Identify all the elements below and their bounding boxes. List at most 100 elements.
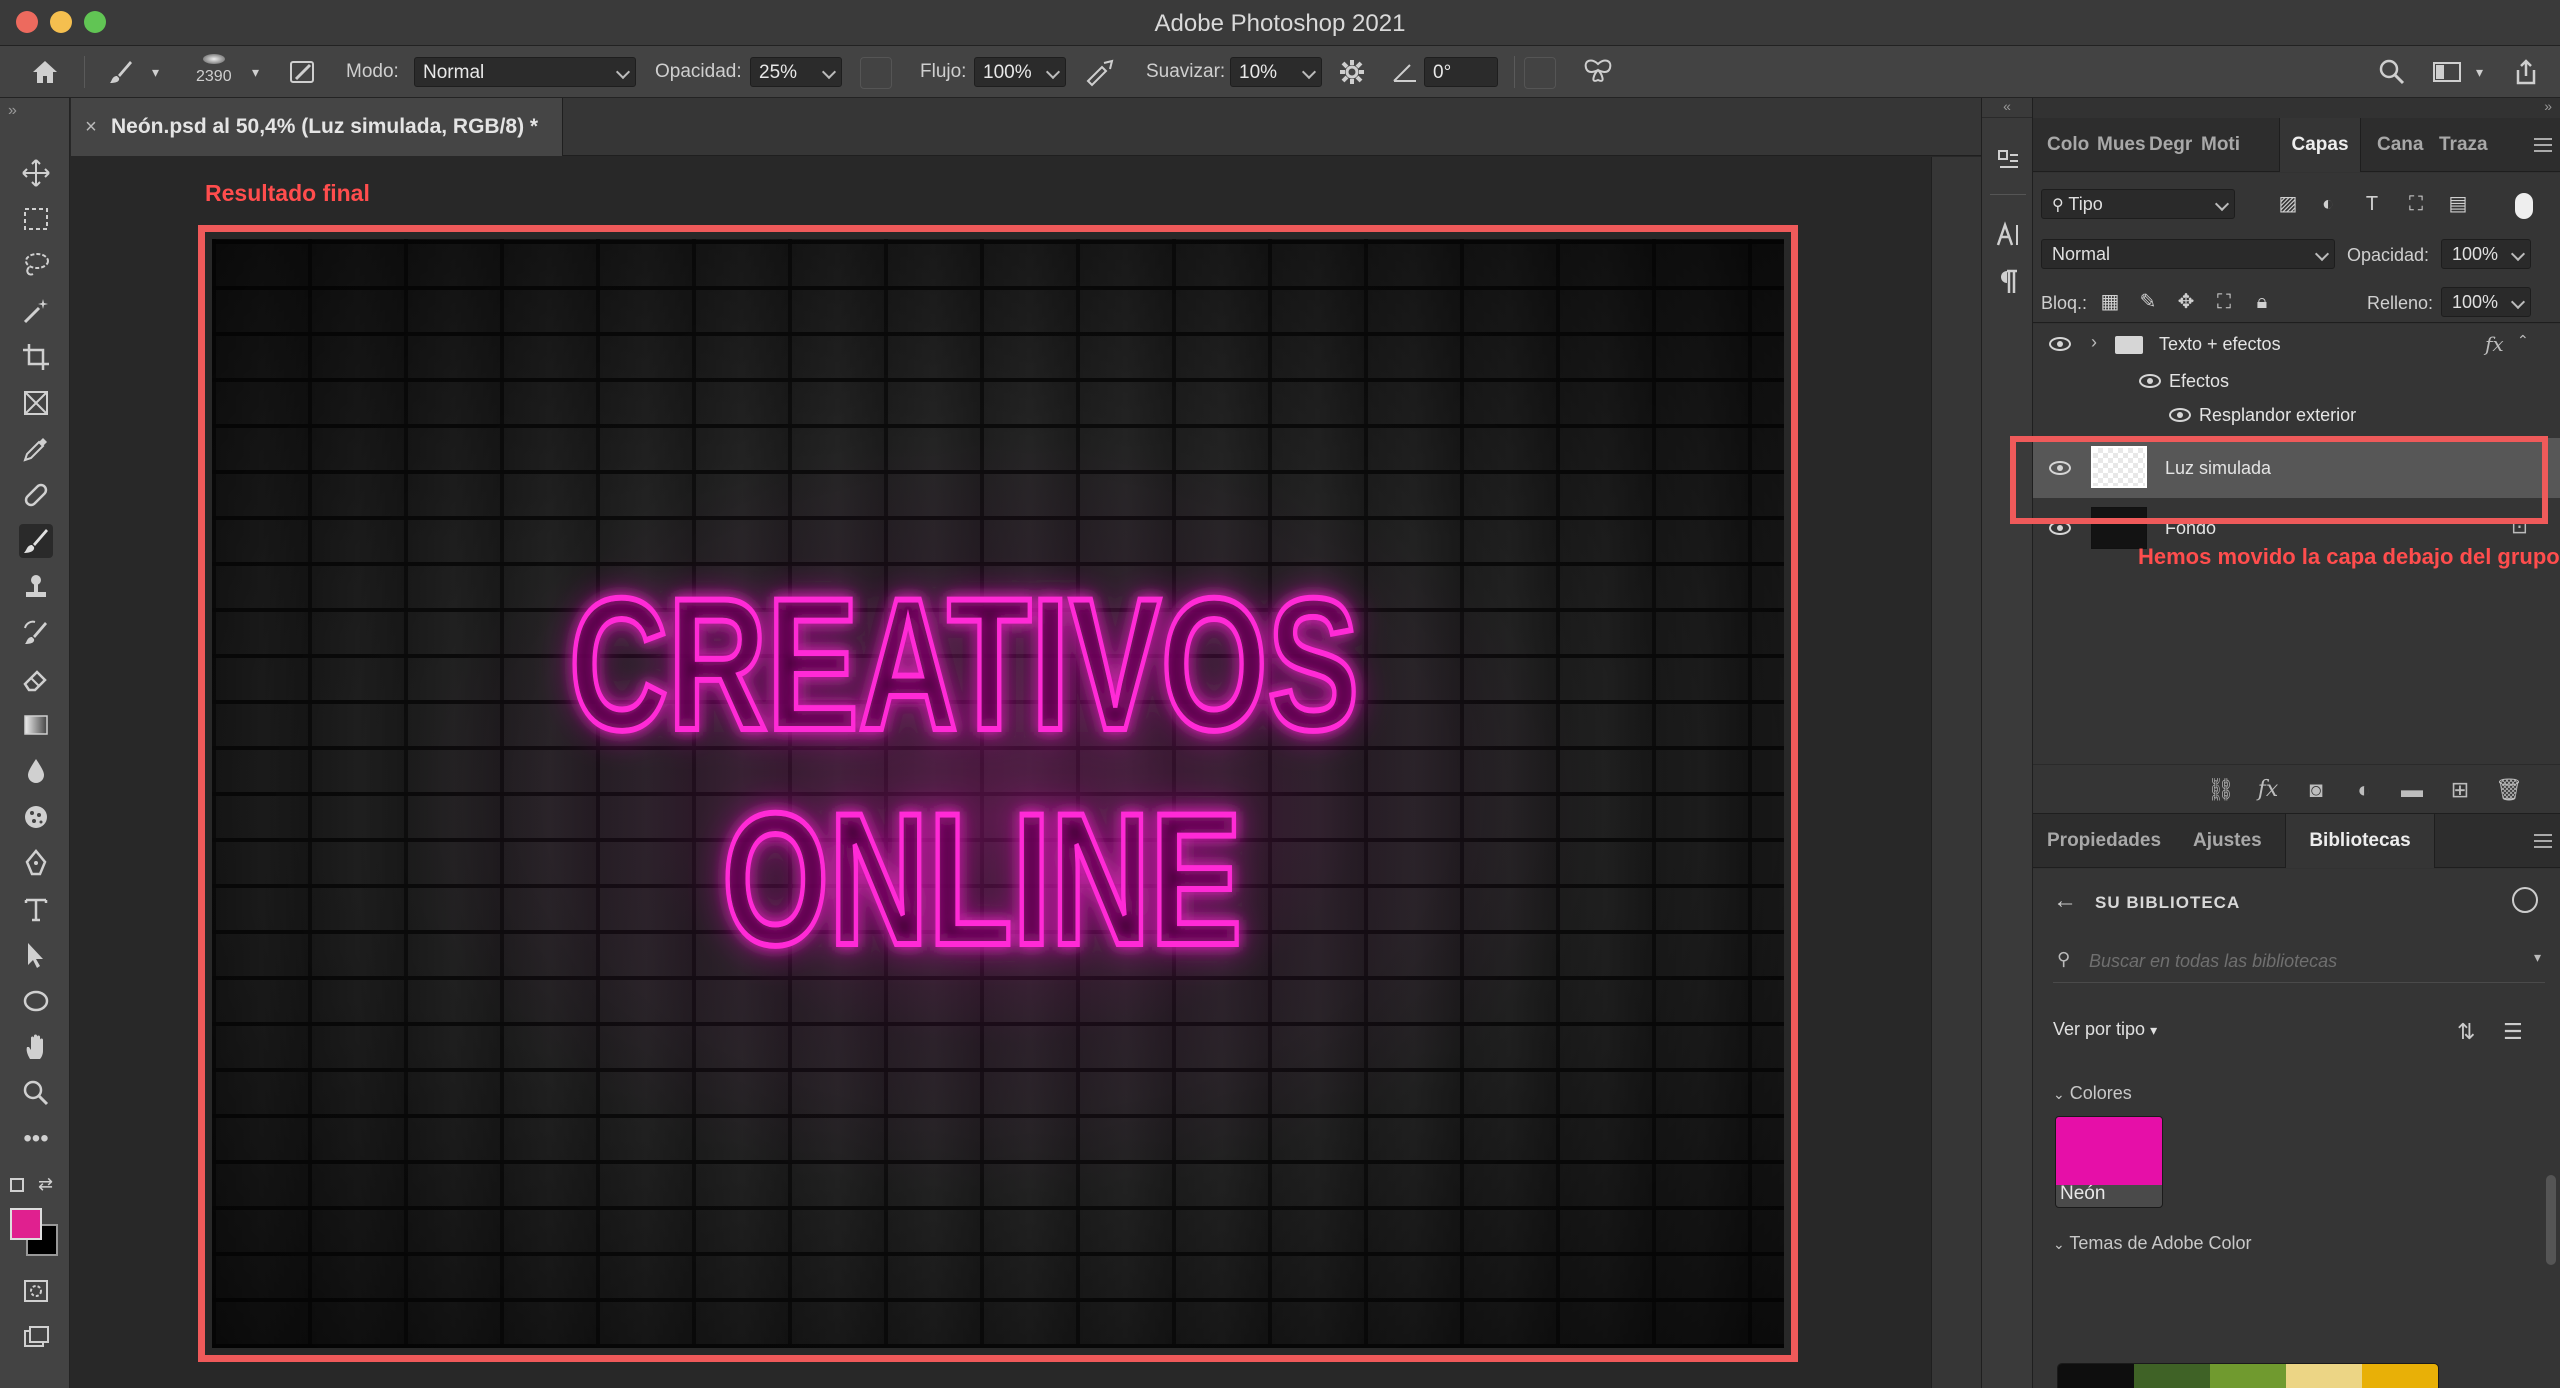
- new-layer-icon[interactable]: ⊞: [2447, 777, 2473, 803]
- collapse-icon[interactable]: «: [1982, 98, 2032, 118]
- lasso-tool-icon[interactable]: [19, 248, 53, 282]
- pressure-size-icon[interactable]: [1524, 57, 1556, 89]
- chevron-right-icon[interactable]: ›: [2091, 332, 2097, 353]
- document-tab[interactable]: × Neón.psd al 50,4% (Luz simulada, RGB/8…: [71, 98, 563, 156]
- paragraph-panel-icon[interactable]: [1994, 266, 2024, 296]
- tab-patterns[interactable]: Moti: [2201, 118, 2249, 172]
- foreground-color-swatch[interactable]: [10, 1208, 42, 1240]
- adobe-color-theme[interactable]: [2057, 1363, 2439, 1388]
- magic-wand-tool-icon[interactable]: [19, 294, 53, 328]
- colors-section-header[interactable]: ⌄ Colores: [2053, 1083, 2132, 1104]
- user-icon[interactable]: [2512, 887, 2538, 913]
- back-arrow-icon[interactable]: ←: [2053, 887, 2077, 915]
- eyedropper-tool-icon[interactable]: [19, 432, 53, 466]
- frame-tool-icon[interactable]: [19, 386, 53, 420]
- brush-settings-icon[interactable]: [288, 46, 318, 98]
- search-icon[interactable]: [2378, 46, 2406, 98]
- sort-icon[interactable]: ⇅: [2457, 1019, 2475, 1045]
- mode-select[interactable]: Normal: [414, 57, 636, 87]
- library-search[interactable]: ⚲ Buscar en todas las bibliotecas ▾: [2053, 939, 2545, 983]
- trash-icon[interactable]: 🗑︎: [2495, 777, 2523, 803]
- layer-row-effects[interactable]: Efectos: [2033, 364, 2560, 398]
- filter-adjustment-icon[interactable]: ◐: [2317, 193, 2339, 215]
- history-panel-icon[interactable]: [1994, 146, 2024, 176]
- brush-tool-icon[interactable]: [19, 524, 53, 558]
- close-tab-icon[interactable]: ×: [71, 116, 111, 139]
- layer-filter-select[interactable]: ⚲ Tipo: [2041, 189, 2235, 219]
- lock-position-icon[interactable]: ✥: [2175, 291, 2197, 313]
- pressure-opacity-icon[interactable]: [860, 57, 892, 89]
- expand-panels-icon[interactable]: »: [2544, 98, 2552, 114]
- sponge-tool-icon[interactable]: [19, 800, 53, 834]
- brush-tool-icon[interactable]: [106, 46, 136, 98]
- link-layers-icon[interactable]: ⛓: [2207, 777, 2235, 803]
- smoothing-input[interactable]: 10%: [1230, 57, 1322, 87]
- tab-properties[interactable]: Propiedades: [2047, 814, 2177, 868]
- new-group-icon[interactable]: ▬: [2399, 777, 2425, 803]
- zoom-tool-icon[interactable]: [19, 1076, 53, 1110]
- tab-paths[interactable]: Traza: [2439, 118, 2495, 172]
- add-mask-icon[interactable]: ◙: [2303, 777, 2329, 803]
- move-tool-icon[interactable]: [19, 156, 53, 190]
- themes-section-header[interactable]: ⌄ Temas de Adobe Color: [2053, 1233, 2252, 1254]
- clone-stamp-tool-icon[interactable]: [19, 570, 53, 604]
- flow-input[interactable]: 100%: [974, 57, 1066, 87]
- eraser-tool-icon[interactable]: [19, 662, 53, 696]
- pen-tool-icon[interactable]: [19, 846, 53, 880]
- add-style-fx-icon[interactable]: fx: [2255, 777, 2281, 803]
- filter-smart-object-icon[interactable]: ▤: [2447, 193, 2469, 215]
- lock-transparency-icon[interactable]: ▦: [2099, 291, 2121, 313]
- more-tools-icon[interactable]: •••: [19, 1122, 53, 1156]
- history-brush-tool-icon[interactable]: [19, 616, 53, 650]
- gradient-tool-icon[interactable]: [19, 708, 53, 742]
- layer-opacity-input[interactable]: 100%: [2441, 239, 2531, 269]
- path-selection-tool-icon[interactable]: [19, 938, 53, 972]
- panel-menu-icon[interactable]: [2534, 138, 2552, 152]
- visibility-eye-icon[interactable]: [2169, 408, 2191, 422]
- hand-tool-icon[interactable]: [19, 1030, 53, 1064]
- share-icon[interactable]: [2512, 46, 2540, 98]
- filter-type-icon[interactable]: T: [2361, 193, 2383, 215]
- marquee-tool-icon[interactable]: [19, 202, 53, 236]
- airbrush-icon[interactable]: [1084, 46, 1116, 98]
- tab-channels[interactable]: Cana: [2377, 118, 2425, 172]
- filter-pixel-icon[interactable]: ▨: [2277, 193, 2299, 215]
- tab-gradients[interactable]: Degr: [2149, 118, 2197, 172]
- chevron-up-icon[interactable]: ⌃: [2517, 332, 2529, 349]
- lock-pixels-icon[interactable]: ✎: [2137, 291, 2159, 313]
- canvas-scrollbar[interactable]: [1931, 157, 1981, 1388]
- library-search-input[interactable]: Buscar en todas las bibliotecas: [2089, 951, 2337, 972]
- blend-mode-select[interactable]: Normal: [2041, 239, 2335, 269]
- filter-shape-icon[interactable]: ⛶: [2405, 193, 2427, 215]
- gear-icon[interactable]: [1338, 46, 1366, 98]
- type-tool-icon[interactable]: [19, 892, 53, 926]
- lock-all-icon[interactable]: 🔒︎: [2251, 291, 2273, 313]
- screen-mode-icon[interactable]: [19, 1320, 53, 1354]
- fx-icon[interactable]: fx: [2485, 332, 2504, 356]
- tab-color[interactable]: Colo: [2047, 118, 2093, 172]
- tab-layers[interactable]: Capas: [2279, 118, 2361, 172]
- quick-mask-icon[interactable]: [19, 1274, 53, 1308]
- tab-libraries[interactable]: Bibliotecas: [2285, 814, 2435, 868]
- view-by-type-dropdown[interactable]: Ver por tipo ▾: [2053, 1019, 2157, 1040]
- tab-swatches[interactable]: Mues: [2097, 118, 2145, 172]
- blur-tool-icon[interactable]: [19, 754, 53, 788]
- symmetry-butterfly-icon[interactable]: [1582, 46, 1614, 98]
- list-view-icon[interactable]: ☰: [2503, 1019, 2523, 1045]
- home-icon[interactable]: [30, 46, 60, 98]
- healing-brush-tool-icon[interactable]: [19, 478, 53, 512]
- ellipse-tool-icon[interactable]: [19, 984, 53, 1018]
- adjustment-layer-icon[interactable]: ◐: [2351, 777, 2377, 803]
- default-colors-icon[interactable]: [10, 1178, 24, 1192]
- swap-colors-icon[interactable]: ⇄: [38, 1174, 53, 1195]
- layer-row-group[interactable]: › Texto + efectos fx ⌃: [2033, 324, 2560, 364]
- lock-artboard-icon[interactable]: ⛶: [2213, 291, 2235, 313]
- fill-input[interactable]: 100%: [2441, 287, 2531, 317]
- opacity-input[interactable]: 25%: [750, 57, 842, 87]
- crop-tool-icon[interactable]: [19, 340, 53, 374]
- brush-preset-picker[interactable]: 2390: [196, 44, 232, 96]
- chevron-down-icon[interactable]: ▾: [2476, 46, 2483, 98]
- neon-color-swatch[interactable]: Neón: [2055, 1116, 2163, 1208]
- character-panel-icon[interactable]: [1994, 220, 2024, 250]
- layer-row-outer-glow[interactable]: Resplandor exterior: [2033, 398, 2560, 432]
